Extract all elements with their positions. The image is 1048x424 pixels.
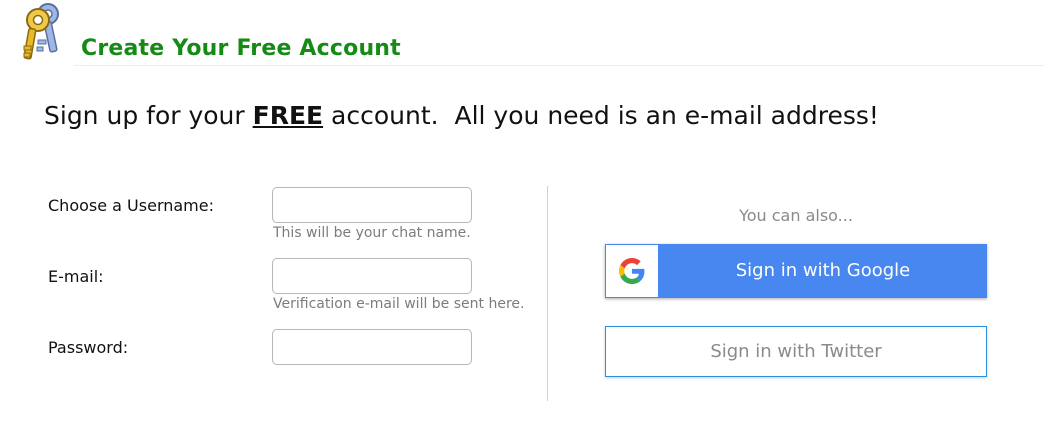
signup-page: Create Your Free Account Sign up for you…	[0, 0, 1048, 424]
username-label: Choose a Username:	[48, 196, 214, 215]
username-input[interactable]	[272, 187, 472, 223]
email-hint: Verification e-mail will be sent here.	[273, 296, 525, 312]
twitter-signin-label: Sign in with Twitter	[710, 341, 882, 362]
google-g-icon	[619, 258, 645, 284]
page-title: Create Your Free Account	[81, 36, 401, 61]
google-icon-box	[606, 245, 658, 297]
intro-text-free: FREE	[252, 101, 324, 130]
intro-text-end: account. All you need is an e-mail addre…	[323, 101, 879, 130]
google-signin-button[interactable]: Sign in with Google	[605, 244, 987, 298]
email-label: E-mail:	[48, 267, 104, 286]
also-text: You can also...	[739, 206, 853, 225]
keys-icon	[23, 3, 59, 60]
intro-text-start: Sign up for your	[44, 101, 253, 130]
header-divider	[74, 65, 1044, 66]
password-label: Password:	[48, 338, 129, 357]
twitter-signin-button[interactable]: Sign in with Twitter	[605, 326, 987, 377]
email-input[interactable]	[272, 258, 472, 294]
username-hint: This will be your chat name.	[273, 225, 471, 241]
column-divider	[547, 186, 548, 401]
password-input[interactable]	[272, 329, 472, 365]
intro-text: Sign up for your FREE account. All you n…	[44, 101, 879, 130]
google-signin-label: Sign in with Google	[735, 260, 911, 281]
